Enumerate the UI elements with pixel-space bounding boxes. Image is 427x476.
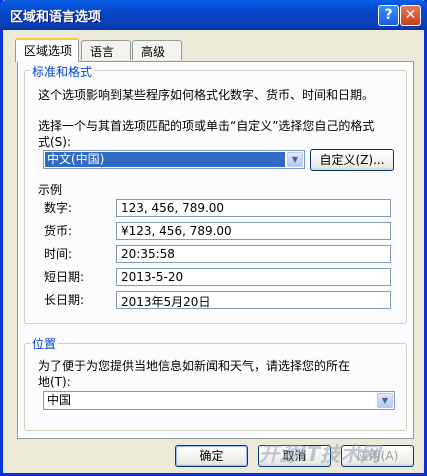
- standards-legend: 标准和格式: [30, 63, 95, 80]
- close-button[interactable]: ✕: [400, 5, 421, 26]
- sample-long-date-value: 2013年5月20日: [121, 295, 211, 309]
- dialog-window: 区域和语言选项 ? ✕ 区域选项 语言 高级 标准和格式 这个选项影响到某些程序…: [0, 0, 427, 476]
- location-select-value: 中国: [47, 393, 72, 407]
- sample-long-date-field: 2013年5月20日: [116, 291, 391, 309]
- sample-currency-field: ¥123, 456, 789.00: [116, 222, 391, 240]
- help-button[interactable]: ?: [378, 5, 399, 26]
- location-legend: 位置: [30, 335, 59, 352]
- title-bar[interactable]: 区域和语言选项 ? ✕: [0, 0, 427, 30]
- location-description-line2: 地(T):: [38, 375, 71, 389]
- window-title: 区域和语言选项: [10, 10, 102, 25]
- standards-description: 这个选项影响到某些程序如何格式化数字、货币、时间和日期。: [38, 88, 375, 102]
- chevron-down-icon[interactable]: ▼: [287, 152, 303, 167]
- sample-label-time: 时间:: [44, 247, 73, 261]
- sample-time-field: 20:35:58: [116, 245, 391, 263]
- tab-languages[interactable]: 语言: [81, 40, 131, 60]
- format-instruction-line1: 选择一个与其首选项匹配的项或单击“自定义”选择您自己的格式: [38, 119, 375, 133]
- chevron-down-icon[interactable]: ▼: [377, 393, 393, 408]
- help-icon: ?: [384, 7, 393, 23]
- tab-regional-options[interactable]: 区域选项: [15, 38, 79, 62]
- sample-short-date-field: 2013-5-20: [116, 268, 391, 286]
- location-description-line1: 为了便于为您提供当地信息如新闻和天气，请选择您的所在: [38, 359, 351, 373]
- watermark: 开源IT技术网: [259, 442, 381, 466]
- samples-heading: 示例: [38, 183, 63, 197]
- tab-label: 区域选项: [24, 44, 73, 58]
- locale-select-value: 中文(中国): [45, 152, 285, 167]
- customize-button[interactable]: 自定义(Z)...: [310, 149, 394, 171]
- locale-select[interactable]: 中文(中国) ▼: [43, 150, 305, 169]
- sample-currency-value: ¥123, 456, 789.00: [121, 224, 232, 238]
- tab-panel: 标准和格式 这个选项影响到某些程序如何格式化数字、货币、时间和日期。 选择一个与…: [17, 61, 414, 439]
- tab-label: 语言: [90, 45, 115, 59]
- customize-button-label: 自定义(Z)...: [319, 153, 385, 167]
- sample-short-date-value: 2013-5-20: [121, 270, 184, 284]
- sample-number-field: 123, 456, 789.00: [116, 199, 391, 217]
- sample-time-value: 20:35:58: [121, 247, 175, 261]
- tab-advanced[interactable]: 高级: [132, 40, 182, 60]
- sample-number-value: 123, 456, 789.00: [121, 201, 225, 215]
- close-icon: ✕: [404, 7, 417, 23]
- format-instruction-line2: 式(S):: [38, 135, 72, 149]
- ok-button-label: 确定: [199, 449, 224, 463]
- sample-label-long-date: 长日期:: [44, 293, 85, 307]
- tab-label: 高级: [141, 45, 166, 59]
- sample-label-currency: 货币:: [44, 224, 73, 238]
- sample-label-short-date: 短日期:: [44, 270, 85, 284]
- ok-button[interactable]: 确定: [175, 445, 248, 467]
- location-select[interactable]: 中国 ▼: [43, 391, 395, 410]
- sample-label-number: 数字:: [44, 201, 73, 215]
